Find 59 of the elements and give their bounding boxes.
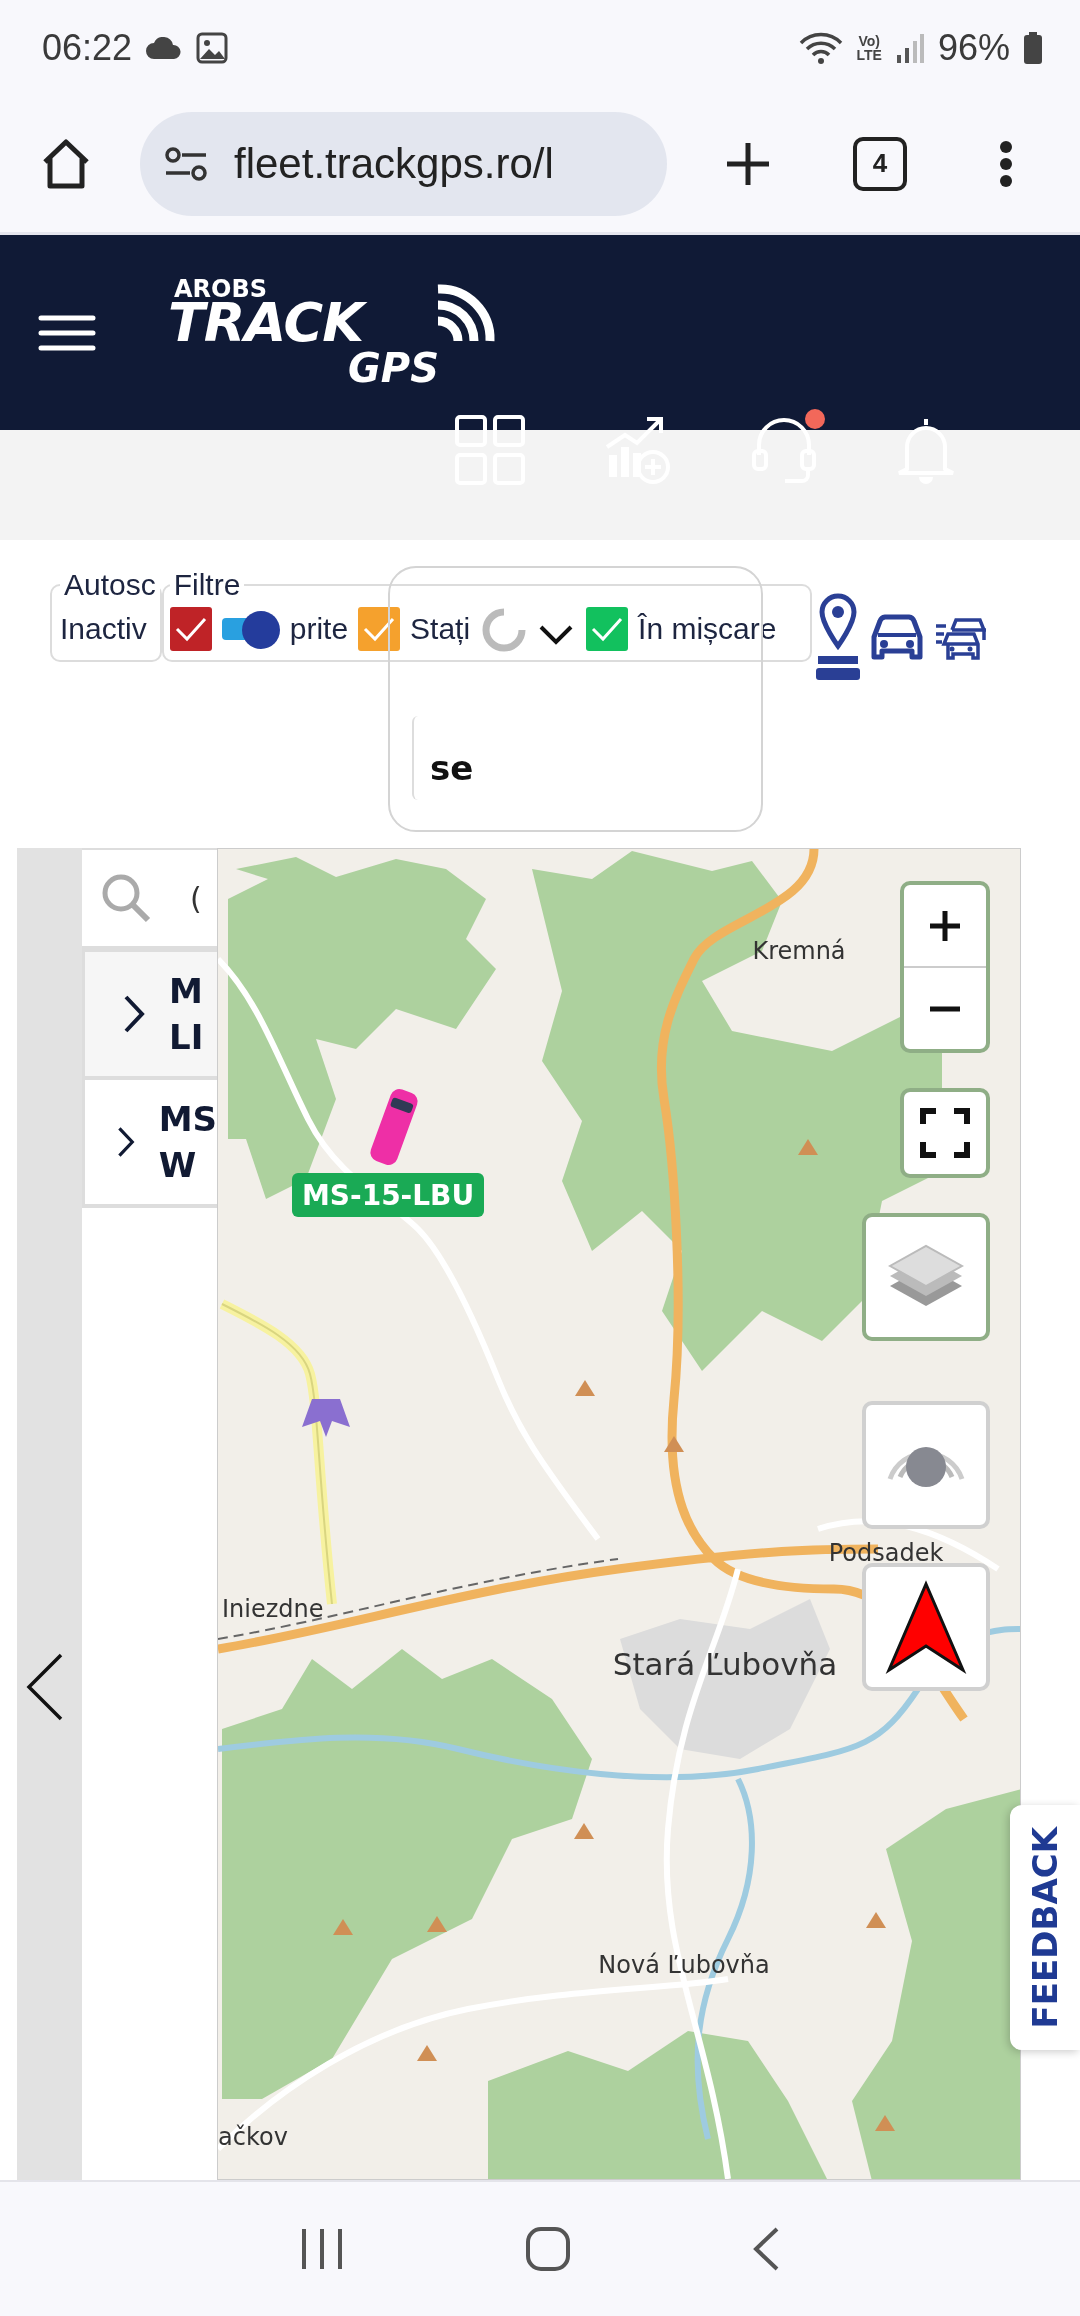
vehicle-name: MS W xyxy=(158,1098,217,1187)
battery-percent: 96% xyxy=(937,26,1010,69)
fullscreen-icon xyxy=(920,1108,970,1158)
back-icon[interactable] xyxy=(751,2226,780,2272)
new-tab-icon[interactable] xyxy=(725,140,771,187)
filter-checkbox[interactable] xyxy=(358,607,401,651)
autoscroll-legend: Autosc xyxy=(60,572,160,598)
volte-indicator: Vo) LTE xyxy=(856,33,882,62)
headset-icon[interactable] xyxy=(751,415,817,485)
battery-icon xyxy=(1024,31,1042,64)
cloud-icon xyxy=(146,36,183,59)
fullscreen-button[interactable] xyxy=(900,1088,990,1178)
feedback-tab[interactable]: FEEDBACK xyxy=(1010,1805,1080,2050)
wifi-icon xyxy=(798,30,843,65)
check-icon xyxy=(173,616,208,642)
layers-button[interactable] xyxy=(862,1213,990,1341)
filter-label: Stați xyxy=(410,612,471,646)
tab-count-button[interactable]: 4 xyxy=(853,136,907,191)
logo: AROBS TRACK GPS xyxy=(168,272,498,393)
url-text: fleet.trackgps.ro/l xyxy=(234,139,554,188)
home-button-icon[interactable] xyxy=(525,2226,571,2272)
north-arrow-icon xyxy=(885,1580,967,1674)
tune-icon[interactable] xyxy=(164,145,208,182)
filter-label: În mișcare xyxy=(638,612,777,646)
place-label: Nová Ľubovňa xyxy=(598,1951,770,1979)
check-icon xyxy=(362,616,397,642)
filter-checkbox[interactable] xyxy=(586,607,629,651)
plus-icon xyxy=(928,908,962,943)
place-label: Kremná xyxy=(752,937,846,965)
chevron-right-icon[interactable] xyxy=(123,994,145,1034)
hamburger-menu-icon[interactable] xyxy=(38,313,96,352)
menu-icon[interactable] xyxy=(999,139,1013,188)
north-arrow-button[interactable] xyxy=(862,1563,990,1691)
address-bar[interactable]: fleet.trackgps.ro/l xyxy=(140,111,667,216)
minus-icon xyxy=(928,1004,962,1013)
signal-icon xyxy=(895,32,924,63)
locate-button[interactable] xyxy=(862,1401,990,1529)
place-label: Stará Ľubovňa xyxy=(612,1646,838,1682)
autoscroll-field[interactable]: Autosc Inactiv xyxy=(50,572,162,662)
vehicle-search-text[interactable]: ( xyxy=(190,880,202,916)
filter-label: prite xyxy=(289,612,349,646)
filters-legend: Filtre xyxy=(169,572,245,598)
vehicle-list-item[interactable]: MS W xyxy=(82,1080,217,1208)
search-field[interactable]: se xyxy=(412,716,612,800)
chart-add-icon[interactable] xyxy=(603,415,673,485)
chevron-down-icon[interactable] xyxy=(538,624,574,646)
chevron-left-icon[interactable] xyxy=(25,1652,65,1722)
place-label: Podsadek xyxy=(828,1539,944,1567)
recent-apps-icon[interactable] xyxy=(300,2227,345,2271)
filter-checkbox[interactable] xyxy=(169,607,212,651)
autoscroll-value: Inactiv xyxy=(60,612,147,646)
clock: 06:22 xyxy=(42,26,133,69)
vehicle-name: M LI xyxy=(169,970,204,1059)
image-icon xyxy=(196,31,229,64)
place-label: ačkov xyxy=(218,2123,288,2151)
place-label: Iniezdne xyxy=(222,1595,324,1623)
grid-icon[interactable] xyxy=(455,415,525,485)
check-icon xyxy=(590,616,625,642)
vehicle-list-item[interactable]: M LI xyxy=(82,952,217,1080)
